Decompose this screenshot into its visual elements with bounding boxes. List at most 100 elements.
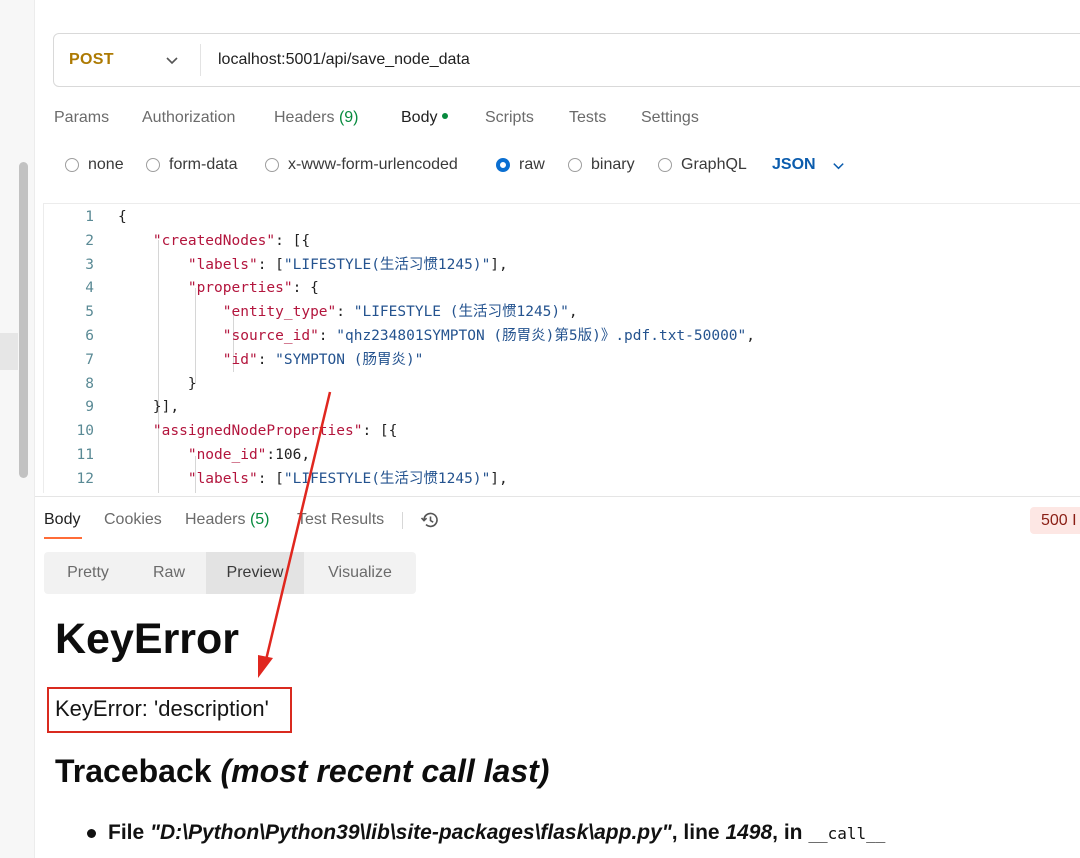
highlight-box xyxy=(47,687,292,733)
json-punct: : xyxy=(257,351,276,368)
json-punct xyxy=(118,352,223,368)
frame-path: "D:\Python\Python39\lib\site-packages\fl… xyxy=(150,821,672,844)
view-mode-preview[interactable]: Preview xyxy=(206,552,304,594)
chevron-down-icon[interactable] xyxy=(164,52,180,68)
frame-file-label: File xyxy=(108,821,145,844)
url-input[interactable]: localhost:5001/api/save_node_data xyxy=(218,34,470,86)
line-number: 9 xyxy=(85,399,94,416)
radio-circle xyxy=(65,158,79,172)
line-number: 11 xyxy=(76,447,94,463)
view-mode-raw[interactable]: Raw xyxy=(132,552,206,594)
radio-urlencoded[interactable]: x-www-form-urlencoded xyxy=(265,155,458,175)
line-number: 2 xyxy=(85,232,94,249)
frame-line-number: 1498 xyxy=(725,821,773,844)
json-key: "source_id" xyxy=(222,328,319,344)
json-string: "LIFESTYLE (生活习惯1245)" xyxy=(353,304,569,321)
response-tab-test-results[interactable]: Test Results xyxy=(297,510,384,530)
radio-raw[interactable]: raw xyxy=(496,155,545,175)
tab-params[interactable]: Params xyxy=(54,108,109,128)
response-tab-headers[interactable]: Headers (5) xyxy=(185,510,270,530)
history-icon[interactable] xyxy=(419,509,441,531)
modified-dot-icon xyxy=(442,112,449,119)
radio-label: binary xyxy=(591,156,635,173)
code-line: 3 "labels": ["LIFESTYLE(生活习惯1245)"], xyxy=(44,253,508,277)
line-number: 8 xyxy=(85,375,94,392)
format-select[interactable]: JSON xyxy=(772,155,816,175)
json-punct: }], xyxy=(118,399,180,416)
line-number: 6 xyxy=(85,328,94,344)
json-punct: :106, xyxy=(266,447,311,463)
json-punct xyxy=(118,471,188,487)
active-tab-indicator xyxy=(44,537,82,539)
response-tab-cookies[interactable]: Cookies xyxy=(104,510,162,530)
chevron-down-icon[interactable] xyxy=(831,158,846,173)
json-punct: : xyxy=(336,304,354,321)
status-badge: 500 I xyxy=(1030,507,1080,534)
tab-body-label: Body xyxy=(401,109,438,126)
radio-circle xyxy=(658,158,672,172)
code-line: 4 "properties": { xyxy=(44,276,319,300)
json-punct: { xyxy=(118,209,127,225)
json-punct: : [{ xyxy=(362,423,398,440)
radio-label: raw xyxy=(519,156,545,173)
sidebar-selection-marker xyxy=(0,333,18,370)
json-punct xyxy=(118,304,223,320)
radio-label: none xyxy=(88,156,124,173)
view-mode-pretty[interactable]: Pretty xyxy=(44,552,132,594)
radio-graphql[interactable]: GraphQL xyxy=(658,155,747,175)
code-line: 6 "source_id": "qhz234801SYMPTON (肠胃炎)第5… xyxy=(44,324,755,348)
code-line: 10 "assignedNodeProperties": [{ xyxy=(44,419,398,443)
code-line: 11 "node_id":106, xyxy=(44,443,311,467)
json-key: "assignedNodeProperties" xyxy=(152,423,363,440)
line-number: 3 xyxy=(85,256,94,273)
json-key: "createdNodes" xyxy=(152,232,276,249)
traceback-heading: Traceback xyxy=(55,753,212,789)
tab-scripts[interactable]: Scripts xyxy=(485,108,534,128)
json-key: "labels" xyxy=(187,470,258,487)
code-line: 8 } xyxy=(44,372,197,396)
radio-circle xyxy=(146,158,160,172)
json-punct xyxy=(118,257,188,273)
code-editor[interactable]: 1{2 "createdNodes": [{3 "labels": ["LIFE… xyxy=(43,203,1080,493)
tab-headers[interactable]: Headers (9) xyxy=(274,108,359,128)
url-bar: POST localhost:5001/api/save_node_data xyxy=(53,33,1080,87)
radio-circle xyxy=(265,158,279,172)
json-string: "qhz234801SYMPTON (肠胃炎)第5版)》.pdf.txt-500… xyxy=(336,328,747,344)
json-key: "id" xyxy=(222,351,258,368)
headers-count: (9) xyxy=(338,109,359,126)
json-punct: , xyxy=(746,328,755,344)
radio-form-data[interactable]: form-data xyxy=(146,155,237,175)
code-line: 1{ xyxy=(44,205,127,229)
response-tab-body[interactable]: Body xyxy=(44,510,80,530)
tab-settings[interactable]: Settings xyxy=(641,108,699,128)
line-number: 1 xyxy=(85,209,94,225)
tab-separator xyxy=(402,512,403,529)
json-punct: , xyxy=(568,304,578,321)
json-string: "LIFESTYLE(生活习惯1245)" xyxy=(283,256,491,273)
method-select[interactable]: POST xyxy=(69,34,114,86)
bullet-icon xyxy=(87,829,96,838)
frame-function: __call__ xyxy=(808,824,886,843)
code-line: 12 "labels": ["LIFESTYLE(生活习惯1245)"], xyxy=(44,467,508,491)
line-number: 10 xyxy=(76,423,94,440)
json-key: "entity_type" xyxy=(222,304,337,321)
pane-divider[interactable] xyxy=(35,496,1080,497)
tab-body[interactable]: Body xyxy=(401,108,449,128)
line-number: 4 xyxy=(85,280,94,297)
code-line: 5 "entity_type": "LIFESTYLE (生活习惯1245)", xyxy=(44,300,578,324)
tab-tests[interactable]: Tests xyxy=(569,108,606,128)
json-punct: : { xyxy=(292,280,319,297)
radio-label: x-www-form-urlencoded xyxy=(288,156,458,173)
view-mode-visualize[interactable]: Visualize xyxy=(304,552,416,594)
radio-circle-selected xyxy=(496,158,510,172)
json-punct: } xyxy=(118,375,197,392)
radio-none[interactable]: none xyxy=(65,155,124,175)
radio-label: GraphQL xyxy=(681,156,747,173)
url-divider xyxy=(200,44,201,76)
radio-binary[interactable]: binary xyxy=(568,155,635,175)
json-punct: : [ xyxy=(257,256,284,273)
tab-authorization[interactable]: Authorization xyxy=(142,108,235,128)
sidebar-scrollbar[interactable] xyxy=(19,162,28,478)
code-line: 9 }], xyxy=(44,395,179,419)
radio-circle xyxy=(568,158,582,172)
